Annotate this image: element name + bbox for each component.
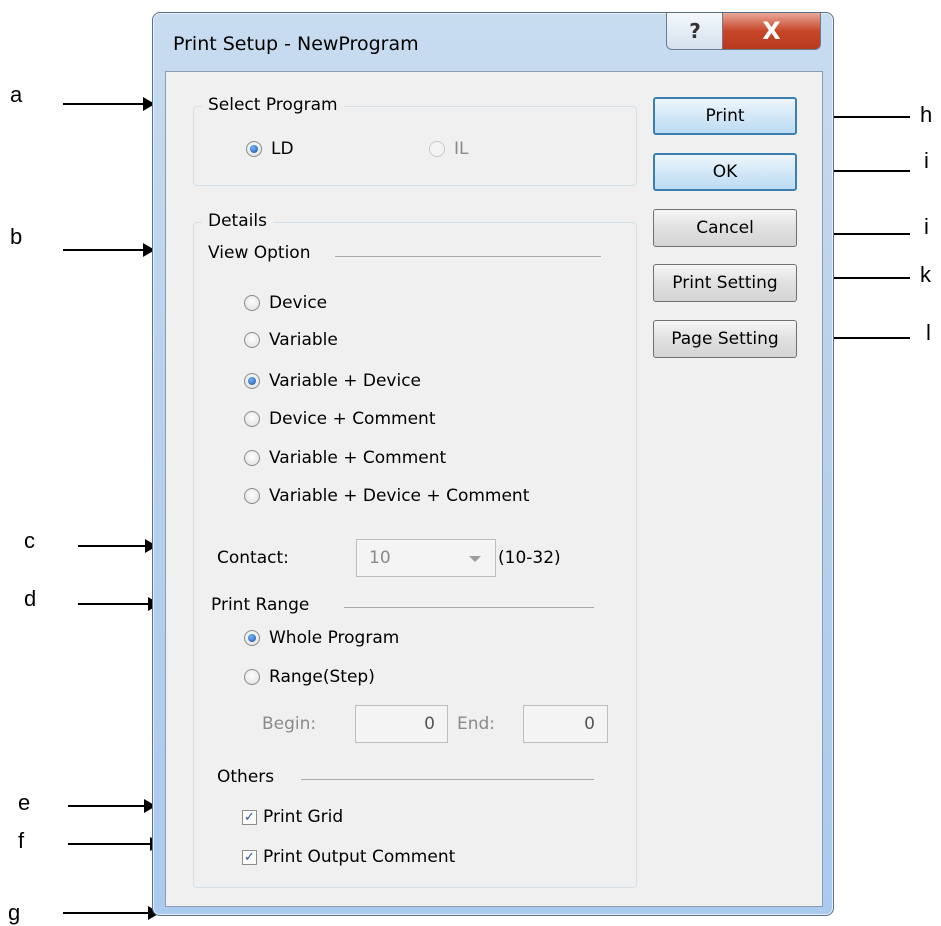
radio-il-label: IL: [454, 139, 469, 159]
radio-view-variable-comment[interactable]: Variable + Comment: [244, 448, 446, 468]
print-range-label: Print Range: [211, 595, 310, 615]
arrow-d: [78, 597, 160, 611]
print-setting-button[interactable]: Print Setting: [653, 264, 797, 302]
contact-value: 10: [369, 548, 391, 568]
print-grid-label: Print Grid: [263, 807, 344, 827]
radio-range-step[interactable]: Range(Step): [244, 667, 375, 687]
details-title: Details: [202, 211, 273, 231]
annotation-i-cancel: i: [924, 214, 929, 239]
radio-ld-indicator: [246, 141, 262, 157]
window-title: Print Setup - NewProgram: [173, 33, 419, 55]
help-icon: ?: [689, 19, 701, 43]
select-program-group: Select Program LD IL: [193, 95, 637, 186]
end-label: End:: [457, 714, 496, 734]
view-option-separator: [335, 256, 601, 257]
radio-view-variable-device-comment[interactable]: Variable + Device + Comment: [244, 486, 529, 506]
close-icon: X: [762, 17, 781, 45]
contact-range: (10-32): [498, 548, 561, 568]
annotation-k: k: [920, 262, 931, 287]
annotation-b: b: [10, 224, 23, 249]
print-button[interactable]: Print: [653, 97, 797, 135]
cancel-button[interactable]: Cancel: [653, 209, 797, 247]
page-setting-button[interactable]: Page Setting: [653, 320, 797, 358]
close-button[interactable]: X: [722, 13, 821, 50]
radio-ld-label: LD: [271, 139, 294, 159]
arrow-g: [63, 906, 160, 920]
radio-view-variable-device[interactable]: Variable + Device: [244, 371, 421, 391]
radio-view-device-label: Device: [269, 293, 328, 313]
radio-view-variable-device-comment-indicator: [244, 488, 260, 504]
radio-view-variable[interactable]: Variable: [244, 330, 338, 350]
radio-view-variable-device-comment-label: Variable + Device + Comment: [269, 486, 530, 506]
end-input[interactable]: 0: [523, 705, 608, 743]
chevron-down-icon: [469, 556, 481, 562]
contact-label: Contact:: [217, 548, 289, 568]
radio-range-step-label: Range(Step): [269, 667, 375, 687]
annotation-h: h: [920, 102, 933, 127]
radio-il: IL: [429, 139, 469, 159]
select-program-title: Select Program: [202, 95, 344, 115]
annotation-d: d: [24, 586, 37, 611]
radio-view-device-comment[interactable]: Device + Comment: [244, 409, 435, 429]
others-label: Others: [217, 767, 275, 787]
begin-label: Begin:: [262, 714, 317, 734]
print-setup-dialog: Print Setup - NewProgram ? X Select Prog…: [152, 12, 834, 916]
annotation-i-ok: i: [924, 148, 929, 173]
view-option-label: View Option: [208, 243, 311, 263]
annotation-c: c: [24, 528, 35, 553]
annotation-f: f: [18, 828, 25, 853]
print-range-separator: [344, 607, 594, 608]
radio-whole-program[interactable]: Whole Program: [244, 628, 399, 648]
radio-view-device[interactable]: Device: [244, 293, 327, 313]
radio-il-indicator: [429, 141, 445, 157]
radio-view-device-indicator: [244, 295, 260, 311]
checkbox-print-output-comment[interactable]: ✓ Print Output Comment: [242, 847, 455, 867]
annotation-e: e: [18, 790, 31, 815]
radio-whole-program-label: Whole Program: [269, 628, 400, 648]
arrow-b: [63, 243, 155, 257]
radio-view-variable-indicator: [244, 332, 260, 348]
annotation-l: l: [926, 320, 931, 345]
radio-view-device-comment-indicator: [244, 411, 260, 427]
radio-view-variable-comment-label: Variable + Comment: [269, 448, 447, 468]
radio-view-variable-device-indicator: [244, 373, 260, 389]
contact-combobox[interactable]: 10: [356, 539, 496, 577]
radio-view-variable-comment-indicator: [244, 450, 260, 466]
print-output-comment-check-icon: ✓: [242, 849, 257, 865]
dialog-client-area: Select Program LD IL Details View Option…: [165, 71, 823, 907]
radio-range-step-indicator: [244, 669, 260, 685]
begin-input[interactable]: 0: [355, 705, 448, 743]
annotation-a: a: [10, 82, 23, 107]
radio-ld[interactable]: LD: [246, 139, 294, 159]
print-output-comment-label: Print Output Comment: [263, 847, 456, 867]
arrow-f: [68, 837, 162, 851]
radio-whole-program-indicator: [244, 630, 260, 646]
arrow-a: [63, 97, 155, 111]
help-button[interactable]: ?: [666, 13, 724, 50]
others-separator: [301, 779, 594, 780]
annotation-g: g: [8, 900, 21, 925]
radio-view-variable-label: Variable: [269, 330, 338, 350]
print-grid-check-icon: ✓: [242, 809, 257, 825]
ok-button[interactable]: OK: [653, 153, 797, 191]
checkbox-print-grid[interactable]: ✓ Print Grid: [242, 807, 343, 827]
radio-view-device-comment-label: Device + Comment: [269, 409, 436, 429]
arrow-e: [68, 799, 156, 813]
arrow-c: [78, 539, 157, 553]
radio-view-variable-device-label: Variable + Device: [269, 371, 422, 391]
